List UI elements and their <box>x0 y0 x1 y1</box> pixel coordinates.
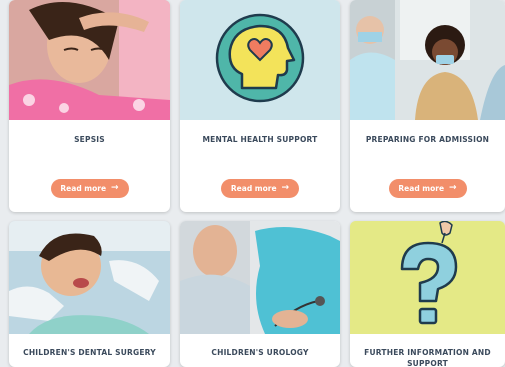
further-info-illustration <box>350 221 505 334</box>
admission-photo <box>350 0 505 120</box>
card-mental-health-support[interactable]: MENTAL HEALTH SUPPORT Read more → <box>180 0 340 212</box>
card-title: SEPSIS <box>74 135 105 144</box>
services-grid: SEPSIS Read more → MENTAL HEALTH SUPPORT… <box>0 0 505 367</box>
card-preparing-for-admission[interactable]: PREPARING FOR ADMISSION Read more → <box>350 0 505 212</box>
card-childrens-dental-surgery[interactable]: CHILDREN'S DENTAL SURGERY <box>9 221 170 367</box>
card-childrens-urology[interactable]: CHILDREN'S UROLOGY <box>180 221 340 367</box>
read-more-button[interactable]: Read more → <box>221 179 299 198</box>
button-label: Read more <box>398 184 445 193</box>
card-title: PREPARING FOR ADMISSION <box>365 135 490 144</box>
sepsis-photo <box>9 0 170 120</box>
card-sepsis[interactable]: SEPSIS Read more → <box>9 0 170 212</box>
arrow-right-icon: → <box>111 183 119 193</box>
read-more-button[interactable]: Read more → <box>50 179 129 198</box>
arrow-right-icon: → <box>449 183 457 193</box>
read-more-button[interactable]: Read more → <box>388 179 467 198</box>
button-label: Read more <box>230 184 277 193</box>
card-title: FURTHER INFORMATION AND SUPPORT <box>364 348 491 367</box>
arrow-right-icon: → <box>281 183 290 193</box>
urology-photo <box>180 221 340 334</box>
card-title: MENTAL HEALTH SUPPORT <box>202 135 318 144</box>
dental-photo <box>9 221 170 334</box>
card-title: CHILDREN'S DENTAL SURGERY <box>23 348 156 357</box>
card-title: CHILDREN'S UROLOGY <box>211 348 309 357</box>
card-further-information-and-support[interactable]: FURTHER INFORMATION AND SUPPORT <box>350 221 505 367</box>
mental-health-illustration <box>180 0 340 120</box>
question-mark-icon <box>350 221 505 334</box>
button-label: Read more <box>60 184 107 193</box>
head-with-heart-icon <box>180 0 340 120</box>
